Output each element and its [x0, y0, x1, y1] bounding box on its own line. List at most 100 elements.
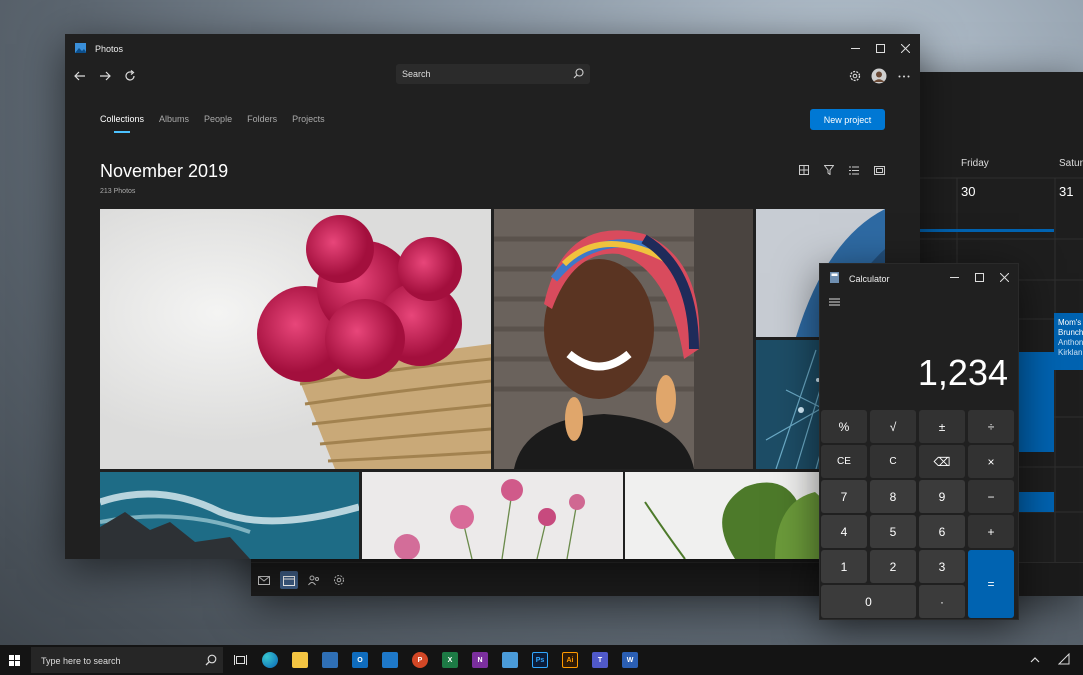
more-options-icon[interactable]	[895, 67, 913, 85]
network-icon[interactable]	[1058, 653, 1070, 665]
search-input[interactable]: Search	[396, 64, 590, 84]
outlook-icon[interactable]: O	[352, 652, 368, 668]
people-icon[interactable]	[305, 571, 323, 589]
tab-folders[interactable]: Folders	[247, 114, 277, 124]
photos-tabs: Collections Albums People Folders Projec…	[100, 114, 325, 133]
tab-albums[interactable]: Albums	[159, 114, 189, 124]
calculator-window: Calculator 1,234 % √ ± ÷ CE C ⌫ × 7 8 9 …	[819, 263, 1019, 620]
key-8[interactable]: 8	[870, 480, 916, 513]
windows-start-icon[interactable]	[9, 655, 20, 666]
month-heading: November 2019	[100, 161, 229, 181]
key-4[interactable]: 4	[821, 515, 867, 548]
grid-view-icon[interactable]	[797, 163, 811, 177]
word-icon[interactable]: W	[622, 652, 638, 668]
key-clear-entry[interactable]: CE	[821, 445, 867, 478]
avatar[interactable]	[870, 67, 888, 85]
event-title: Mom's	[1058, 318, 1082, 327]
calculator-display: 1,234	[917, 352, 1008, 393]
key-percent[interactable]: %	[821, 410, 867, 443]
key-9[interactable]: 9	[919, 480, 965, 513]
mail-icon[interactable]	[255, 571, 273, 589]
file-explorer-icon[interactable]	[292, 652, 308, 668]
calendar-app-icon[interactable]	[382, 652, 398, 668]
key-plus[interactable]: +	[968, 515, 1014, 548]
maximize-button[interactable]	[868, 38, 892, 58]
key-sqrt[interactable]: √	[870, 410, 916, 443]
refresh-icon[interactable]	[121, 67, 139, 85]
key-6[interactable]: 6	[919, 515, 965, 548]
calculator-app-title: Calculator	[849, 274, 890, 284]
key-multiply[interactable]: ×	[968, 445, 1014, 478]
calc-minimize-button[interactable]	[942, 267, 966, 287]
key-2[interactable]: 2	[870, 550, 916, 583]
back-arrow-icon[interactable]	[71, 67, 89, 85]
day-number-30[interactable]: 30	[961, 184, 975, 199]
taskbar: Type here to search O P X N Ps Ai T W	[0, 645, 1083, 675]
gear-icon[interactable]	[846, 67, 864, 85]
key-7[interactable]: 7	[821, 480, 867, 513]
chevron-up-icon[interactable]	[1030, 656, 1040, 663]
photo-pink-cosmos[interactable]	[362, 472, 623, 559]
close-button[interactable]	[893, 38, 917, 58]
excel-icon[interactable]: X	[442, 652, 458, 668]
photoshop-icon[interactable]: Ps	[532, 652, 548, 668]
teams-icon[interactable]: T	[592, 652, 608, 668]
event-title-2: Brunch	[1058, 328, 1083, 337]
photo-ocean-rocks[interactable]	[100, 472, 359, 559]
search-icon[interactable]	[573, 68, 584, 79]
key-5[interactable]: 5	[870, 515, 916, 548]
calculator-app-icon	[830, 272, 839, 283]
key-equals[interactable]: =	[968, 550, 1014, 618]
photos-window: Photos Search Collections Albums People …	[65, 34, 920, 559]
new-project-button[interactable]: New project	[810, 109, 885, 130]
calendar-event-bar[interactable]	[920, 229, 1054, 232]
taskbar-search-input[interactable]: Type here to search	[31, 647, 223, 673]
photo-smiling-woman[interactable]	[494, 209, 753, 469]
key-decimal[interactable]: ·	[919, 585, 965, 618]
hamburger-menu-icon[interactable]	[829, 298, 840, 306]
filter-icon[interactable]	[822, 163, 836, 177]
key-minus[interactable]: −	[968, 480, 1014, 513]
key-divide[interactable]: ÷	[968, 410, 1014, 443]
taskbar-search-icon	[205, 654, 217, 666]
list-view-icon[interactable]	[847, 163, 861, 177]
tab-collections[interactable]: Collections	[100, 114, 144, 133]
key-backspace[interactable]: ⌫	[919, 445, 965, 478]
day-header-friday: Friday	[961, 158, 989, 169]
taskbar-search-placeholder: Type here to search	[41, 656, 121, 666]
photos-taskbar-icon[interactable]	[502, 652, 518, 668]
photos-app-title: Photos	[95, 44, 124, 54]
key-1[interactable]: 1	[821, 550, 867, 583]
tab-projects[interactable]: Projects	[292, 114, 325, 124]
settings-icon[interactable]	[330, 571, 348, 589]
photo-count: 213 Photos	[100, 188, 136, 195]
key-0[interactable]: 0	[821, 585, 916, 618]
calendar-event-block[interactable]	[1017, 352, 1054, 452]
key-plus-minus[interactable]: ±	[919, 410, 965, 443]
minimize-button[interactable]	[843, 38, 867, 58]
onenote-icon[interactable]: N	[472, 652, 488, 668]
calc-maximize-button[interactable]	[967, 267, 991, 287]
illustrator-icon[interactable]: Ai	[562, 652, 578, 668]
calendar-icon[interactable]	[280, 571, 298, 589]
calculator-titlebar[interactable]: Calculator	[820, 264, 1018, 294]
task-view-icon[interactable]	[232, 652, 248, 668]
photo-red-flowers-basket[interactable]	[100, 209, 491, 469]
photos-app-icon	[75, 43, 86, 53]
photos-titlebar[interactable]: Photos	[65, 34, 920, 64]
event-line-4: Kirklan	[1058, 348, 1083, 357]
powerpoint-icon[interactable]: P	[412, 652, 428, 668]
day-number-31[interactable]: 31	[1059, 184, 1073, 199]
edge-icon[interactable]	[262, 652, 278, 668]
key-3[interactable]: 3	[919, 550, 965, 583]
calc-close-button[interactable]	[992, 267, 1016, 287]
event-line-3: Anthon	[1058, 338, 1083, 347]
day-header-saturday: Saturday	[1059, 158, 1083, 169]
forward-arrow-icon[interactable]	[96, 67, 114, 85]
slideshow-icon[interactable]	[872, 163, 886, 177]
key-clear[interactable]: C	[870, 445, 916, 478]
store-icon[interactable]	[322, 652, 338, 668]
calendar-event-block[interactable]	[1017, 492, 1054, 512]
calendar-event-moms-brunch[interactable]: Mom's Brunch Anthon Kirklan	[1054, 313, 1083, 370]
tab-people[interactable]: People	[204, 114, 232, 124]
